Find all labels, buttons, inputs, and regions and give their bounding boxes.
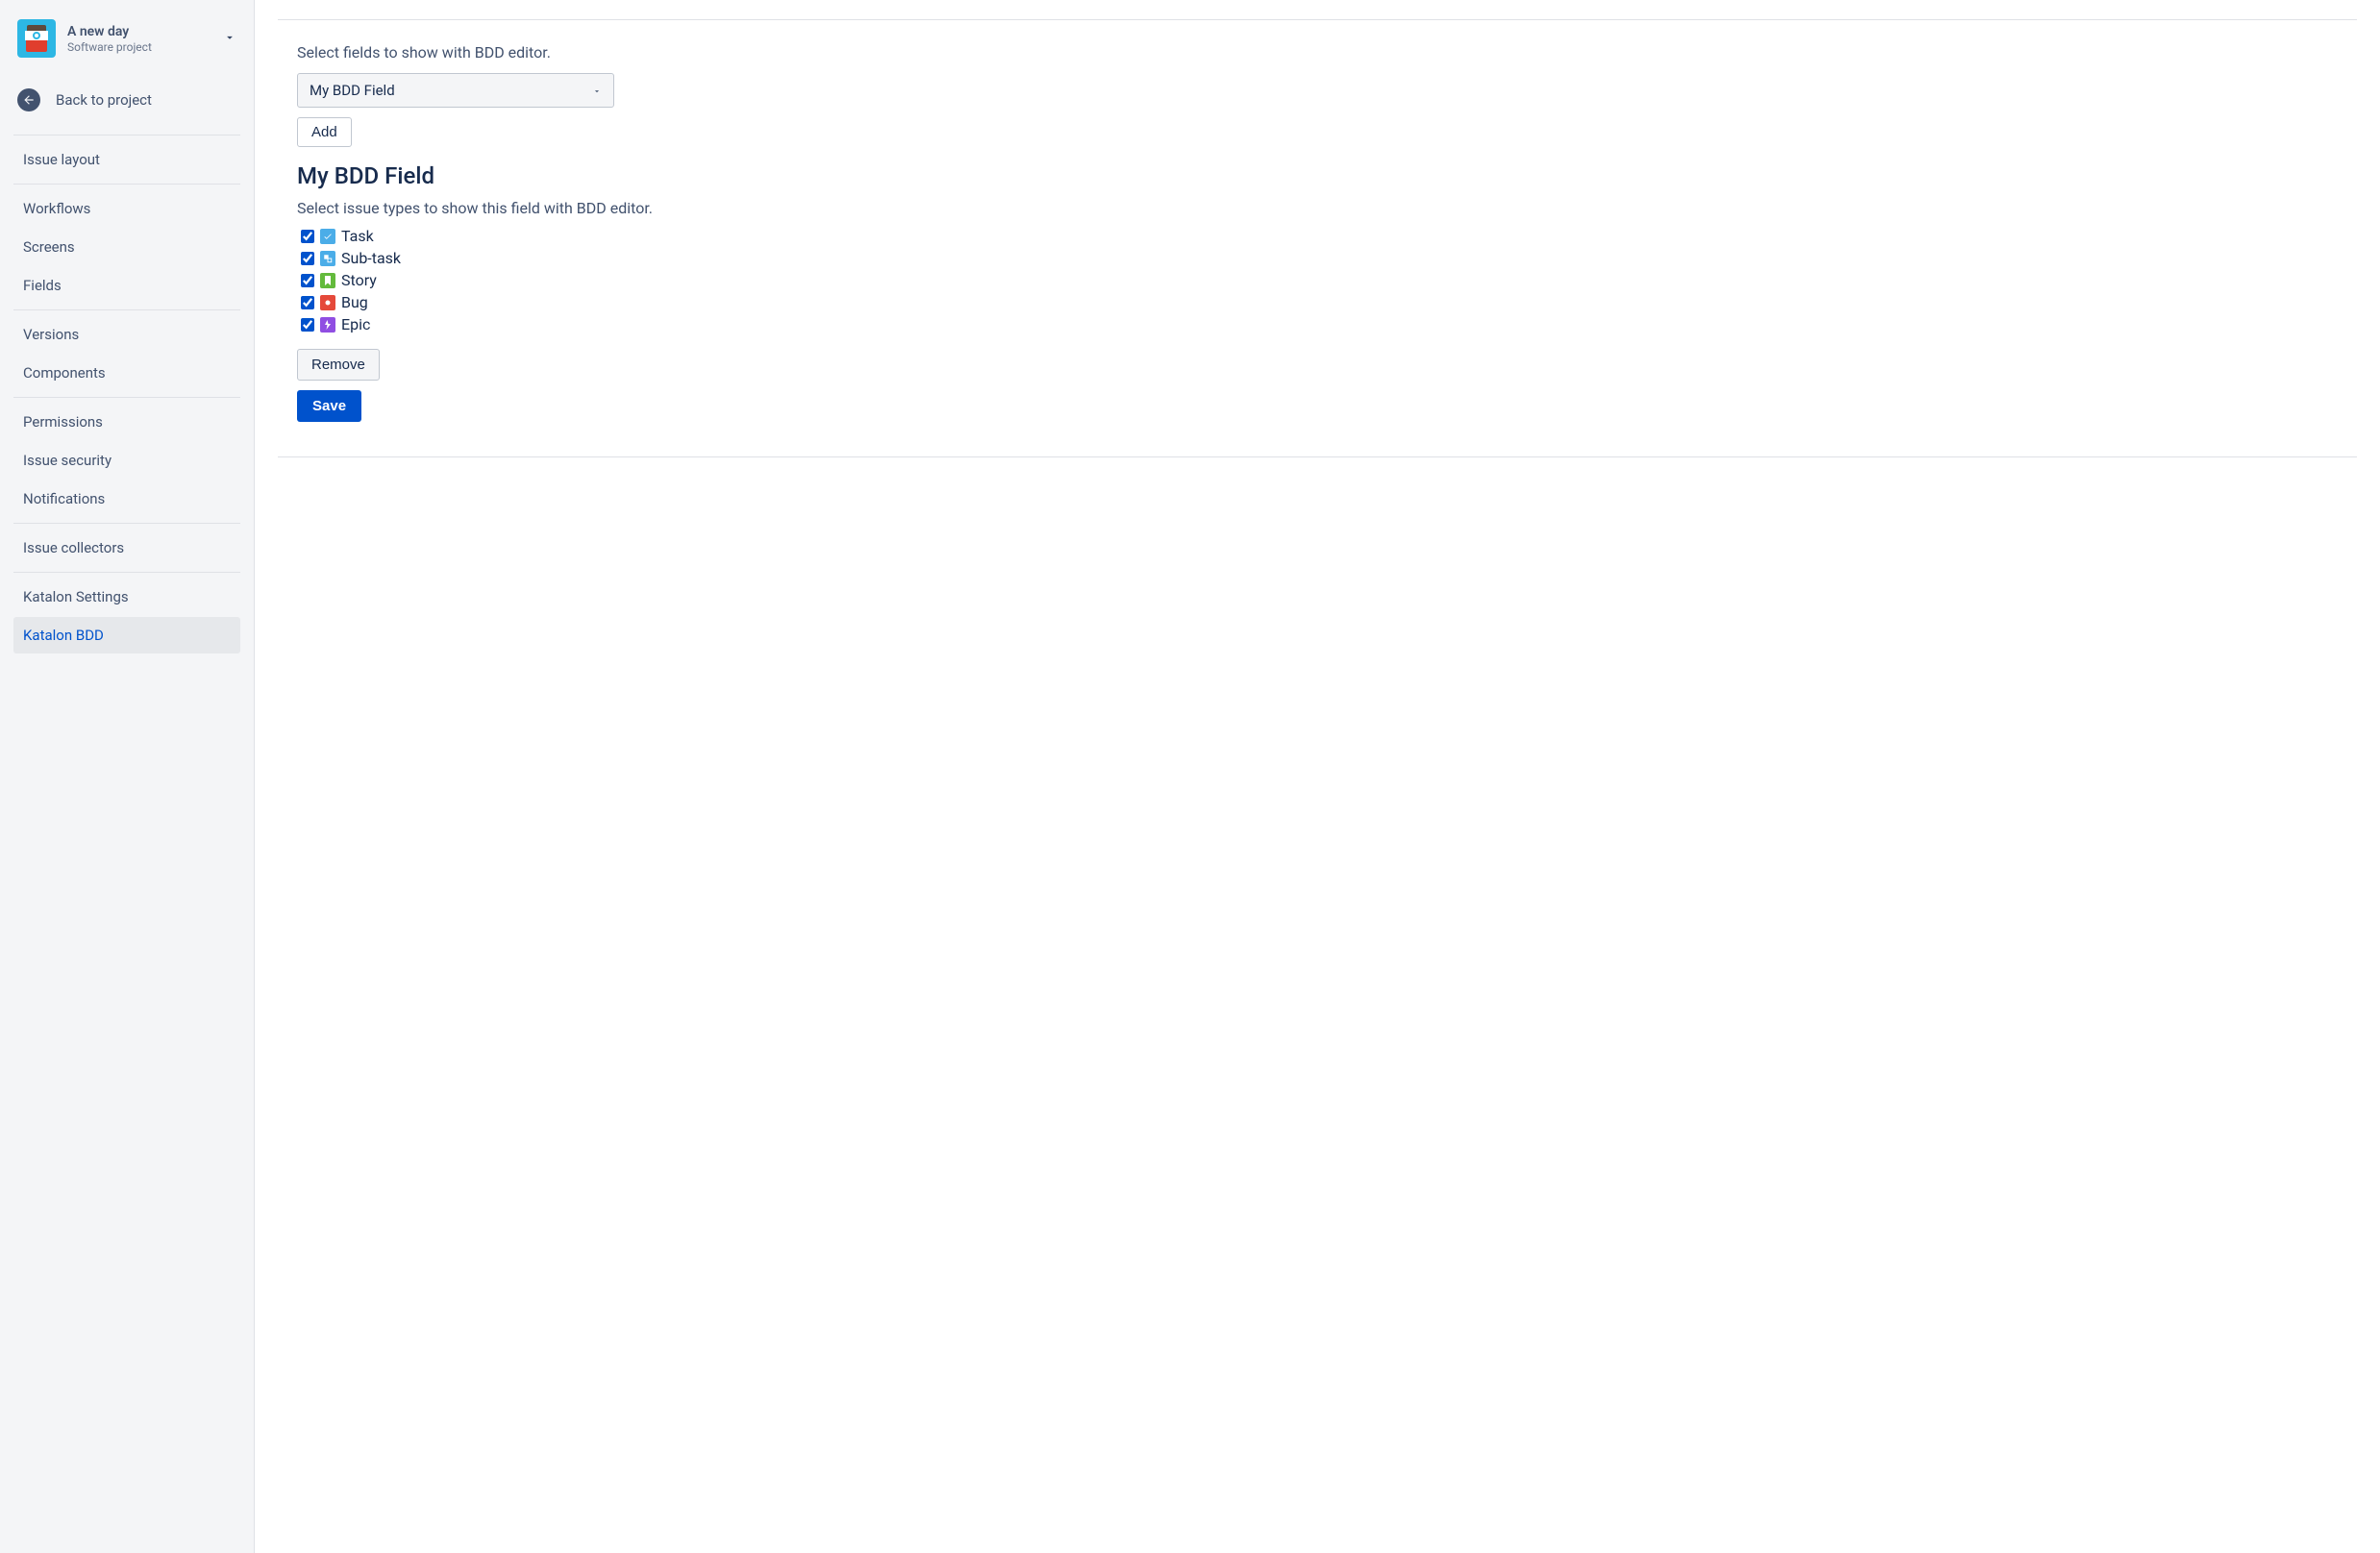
divider — [13, 135, 240, 136]
chevron-down-icon[interactable] — [223, 30, 236, 48]
label-subtask: Sub-task — [341, 249, 401, 267]
remove-button[interactable]: Remove — [297, 349, 380, 381]
divider — [13, 523, 240, 524]
sidebar-item-versions[interactable]: Versions — [13, 316, 240, 353]
sidebar-item-workflows[interactable]: Workflows — [13, 190, 240, 227]
sidebar-item-issue-security[interactable]: Issue security — [13, 442, 240, 479]
add-button[interactable]: Add — [297, 117, 352, 147]
checkbox-story[interactable] — [301, 274, 314, 287]
checkbox-epic[interactable] — [301, 318, 314, 332]
checkbox-subtask[interactable] — [301, 252, 314, 265]
task-icon — [320, 229, 335, 244]
bdd-field-dropdown[interactable]: My BDD Field — [297, 73, 614, 108]
divider — [13, 572, 240, 573]
project-icon — [17, 19, 56, 58]
sidebar: A new day Software project Back to proje… — [0, 0, 255, 1553]
divider — [13, 309, 240, 310]
checkbox-task[interactable] — [301, 230, 314, 243]
divider — [13, 397, 240, 398]
subtask-icon — [320, 251, 335, 266]
sidebar-item-notifications[interactable]: Notifications — [13, 481, 240, 517]
project-header[interactable]: A new day Software project — [13, 19, 240, 58]
checkbox-bug[interactable] — [301, 296, 314, 309]
sidebar-item-katalon-bdd[interactable]: Katalon BDD — [13, 617, 240, 653]
sidebar-item-fields[interactable]: Fields — [13, 267, 240, 304]
sidebar-item-issue-collectors[interactable]: Issue collectors — [13, 530, 240, 566]
issue-type-list: Task Sub-task Story — [278, 227, 2357, 333]
content-panel: Select fields to show with BDD editor. M… — [278, 19, 2357, 457]
back-label: Back to project — [56, 91, 152, 109]
save-button[interactable]: Save — [297, 390, 361, 422]
back-to-project[interactable]: Back to project — [13, 81, 240, 119]
sidebar-item-components[interactable]: Components — [13, 355, 240, 391]
epic-icon — [320, 317, 335, 333]
label-bug: Bug — [341, 293, 368, 311]
divider — [13, 184, 240, 185]
main-content: Select fields to show with BDD editor. M… — [255, 0, 2380, 1553]
issue-type-row-bug: Bug — [301, 293, 2357, 311]
sidebar-item-permissions[interactable]: Permissions — [13, 404, 240, 440]
issue-type-row-task: Task — [301, 227, 2357, 245]
dropdown-selected: My BDD Field — [310, 82, 395, 99]
caret-down-icon — [592, 82, 602, 100]
label-story: Story — [341, 271, 377, 289]
issue-type-row-subtask: Sub-task — [301, 249, 2357, 267]
sidebar-item-screens[interactable]: Screens — [13, 229, 240, 265]
project-name: A new day — [67, 23, 223, 40]
sidebar-item-katalon-settings[interactable]: Katalon Settings — [13, 579, 240, 615]
sidebar-item-issue-layout[interactable]: Issue layout — [13, 141, 240, 178]
label-task: Task — [341, 227, 374, 245]
project-type: Software project — [67, 40, 223, 54]
label-epic: Epic — [341, 315, 370, 333]
bug-icon — [320, 295, 335, 310]
story-icon — [320, 273, 335, 288]
field-instruction: Select fields to show with BDD editor. — [278, 43, 2357, 62]
issue-type-row-epic: Epic — [301, 315, 2357, 333]
arrow-left-icon — [17, 88, 40, 111]
issue-instruction: Select issue types to show this field wi… — [278, 199, 2357, 217]
section-title: My BDD Field — [278, 162, 2357, 189]
issue-type-row-story: Story — [301, 271, 2357, 289]
